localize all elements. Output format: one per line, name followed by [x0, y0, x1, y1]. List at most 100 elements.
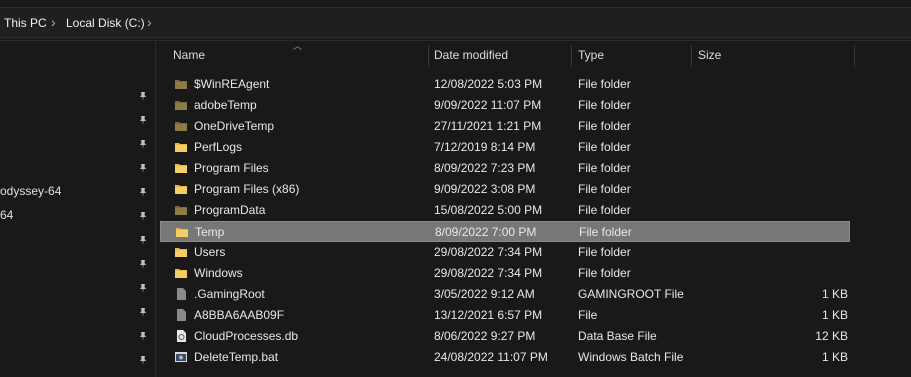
- file-row[interactable]: PerfLogs 7/12/2019 8:14 PM File folder: [160, 137, 850, 158]
- nav-item-64[interactable]: 64: [0, 208, 13, 222]
- column-header-type[interactable]: Type: [578, 41, 604, 69]
- address-bar[interactable]: This PC › Local Disk (C:) ›: [0, 7, 911, 38]
- file-name: Users: [194, 245, 226, 259]
- file-name: Program Files (x86): [194, 182, 300, 196]
- folder-icon: [174, 245, 188, 259]
- batch-file-icon: [174, 350, 188, 364]
- file-name: Temp: [195, 225, 225, 239]
- breadcrumb-this-pc[interactable]: This PC: [4, 16, 47, 30]
- file-date-modified: 7/12/2019 8:14 PM: [434, 140, 536, 154]
- file-type: File folder: [579, 225, 632, 239]
- file-date-modified: 8/06/2022 9:27 PM: [434, 329, 536, 343]
- folder-icon: [174, 161, 188, 175]
- pin-icon: [138, 114, 148, 125]
- nav-item-odyssey[interactable]: odyssey-64: [0, 184, 61, 198]
- file-row[interactable]: OneDriveTemp 27/11/2021 1:21 PM File folde…: [160, 116, 850, 137]
- file-name: CloudProcesses.db: [194, 329, 299, 343]
- column-divider[interactable]: [854, 45, 855, 67]
- file-date-modified: 8/09/2022 7:00 PM: [435, 225, 537, 239]
- folder-icon: [175, 225, 189, 239]
- file-row[interactable]: ProgramData 15/08/2022 5:00 PM File folder: [160, 200, 850, 221]
- folder-icon: [174, 266, 188, 280]
- file-name: adobeTemp: [194, 98, 257, 112]
- pin-icon: [138, 354, 148, 365]
- file-name: $WinREAgent: [194, 77, 270, 91]
- column-divider[interactable]: [571, 45, 572, 67]
- file-type: GAMINGROOT File: [578, 287, 684, 301]
- file-size: 1 KB: [821, 350, 848, 364]
- pin-icon: [138, 90, 148, 101]
- file-type: Data Base File: [578, 329, 657, 343]
- file-date-modified: 29/08/2022 7:34 PM: [434, 266, 543, 280]
- file-date-modified: 9/09/2022 3:08 PM: [434, 182, 536, 196]
- file-type: File folder: [578, 77, 631, 91]
- file-date-modified: 15/08/2022 5:00 PM: [434, 203, 543, 217]
- file-row[interactable]: Users 29/08/2022 7:34 PM File folder: [160, 242, 850, 263]
- file-type: File folder: [578, 98, 631, 112]
- file-type: File folder: [578, 182, 631, 196]
- pin-icon: [138, 162, 148, 173]
- file-name: A8BBA6AAB09F: [194, 308, 285, 322]
- pin-icon: [138, 210, 148, 221]
- file-name: DeleteTemp.bat: [194, 350, 279, 364]
- file-row[interactable]: CloudProcesses.db 8/06/2022 9:27 PM Data B…: [160, 326, 850, 347]
- file-list: ︿ Name Date modified Type Size $WinREAge…: [156, 41, 911, 377]
- column-header-size[interactable]: Size: [698, 41, 721, 69]
- address-bar-area: This PC › Local Disk (C:) ›: [0, 0, 911, 41]
- file-dark-icon: [174, 287, 188, 301]
- column-divider[interactable]: [428, 45, 429, 67]
- file-type: File folder: [578, 140, 631, 154]
- pin-icon: [138, 234, 148, 245]
- file-size: 1 KB: [821, 308, 848, 322]
- file-row[interactable]: adobeTemp 9/09/2022 11:07 PM File folder: [160, 95, 850, 116]
- file-date-modified: 8/09/2022 7:23 PM: [434, 161, 536, 175]
- pin-icon: [138, 186, 148, 197]
- file-date-modified: 27/11/2021 1:21 PM: [434, 119, 542, 133]
- folder-dark-icon: [174, 119, 188, 133]
- chevron-right-icon[interactable]: ›: [147, 14, 152, 30]
- file-row[interactable]: A8BBA6AAB09F 13/12/2021 6:57 PM File 1 KB: [160, 305, 850, 326]
- column-header-name[interactable]: Name: [173, 41, 205, 69]
- file-type: File folder: [578, 203, 631, 217]
- file-type: File folder: [578, 266, 631, 280]
- file-row[interactable]: Program Files 8/09/2022 7:23 PM File folde…: [160, 158, 850, 179]
- file-date-modified: 29/08/2022 7:34 PM: [434, 245, 543, 259]
- file-type: File folder: [578, 119, 631, 133]
- column-divider[interactable]: [691, 45, 692, 67]
- file-date-modified: 13/12/2021 6:57 PM: [434, 308, 543, 322]
- file-date-modified: 9/09/2022 11:07 PM: [434, 98, 542, 112]
- file-row[interactable]: $WinREAgent 12/08/2022 5:03 PM File folder: [160, 74, 850, 95]
- file-name: Windows: [194, 266, 243, 280]
- file-size: 12 KB: [815, 329, 848, 343]
- pin-icon: [138, 306, 148, 317]
- file-date-modified: 3/05/2022 9:12 AM: [434, 287, 535, 301]
- file-name: PerfLogs: [194, 140, 243, 154]
- folder-icon: [174, 182, 188, 196]
- folder-dark-icon: [174, 77, 188, 91]
- file-date-modified: 12/08/2022 5:03 PM: [434, 77, 543, 91]
- file-date-modified: 24/08/2022 11:07 PM: [434, 350, 548, 364]
- file-row[interactable]: Windows 29/08/2022 7:34 PM File folder: [160, 263, 850, 284]
- file-name: Program Files: [194, 161, 269, 175]
- file-row[interactable]: Program Files (x86) 9/09/2022 3:08 PM File…: [160, 179, 850, 200]
- file-row-selected[interactable]: Temp 8/09/2022 7:00 PM File folder: [160, 221, 850, 242]
- chevron-right-icon[interactable]: ›: [51, 14, 56, 30]
- pin-icon: [138, 282, 148, 293]
- folder-dark-icon: [174, 203, 188, 217]
- file-name: .GamingRoot: [194, 287, 265, 301]
- sort-ascending-icon: ︿: [293, 41, 303, 51]
- column-header-date-modified[interactable]: Date modified: [434, 41, 508, 69]
- database-file-icon: [174, 329, 188, 343]
- file-size: 1 KB: [821, 287, 848, 301]
- file-name: OneDriveTemp: [194, 119, 275, 133]
- file-type: File folder: [578, 245, 631, 259]
- file-type: File folder: [578, 161, 631, 175]
- file-row[interactable]: .GamingRoot 3/05/2022 9:12 AM GAMINGROOT F…: [160, 284, 850, 305]
- file-dark-icon: [174, 308, 188, 322]
- breadcrumb-local-disk[interactable]: Local Disk (C:): [66, 16, 145, 30]
- navigation-pane: odyssey-64 64: [0, 41, 156, 377]
- file-name: ProgramData: [194, 203, 266, 217]
- pin-icon: [138, 138, 148, 149]
- file-row[interactable]: DeleteTemp.bat 24/08/2022 11:07 PM Windows…: [160, 347, 850, 368]
- file-type: Windows Batch File: [578, 350, 684, 364]
